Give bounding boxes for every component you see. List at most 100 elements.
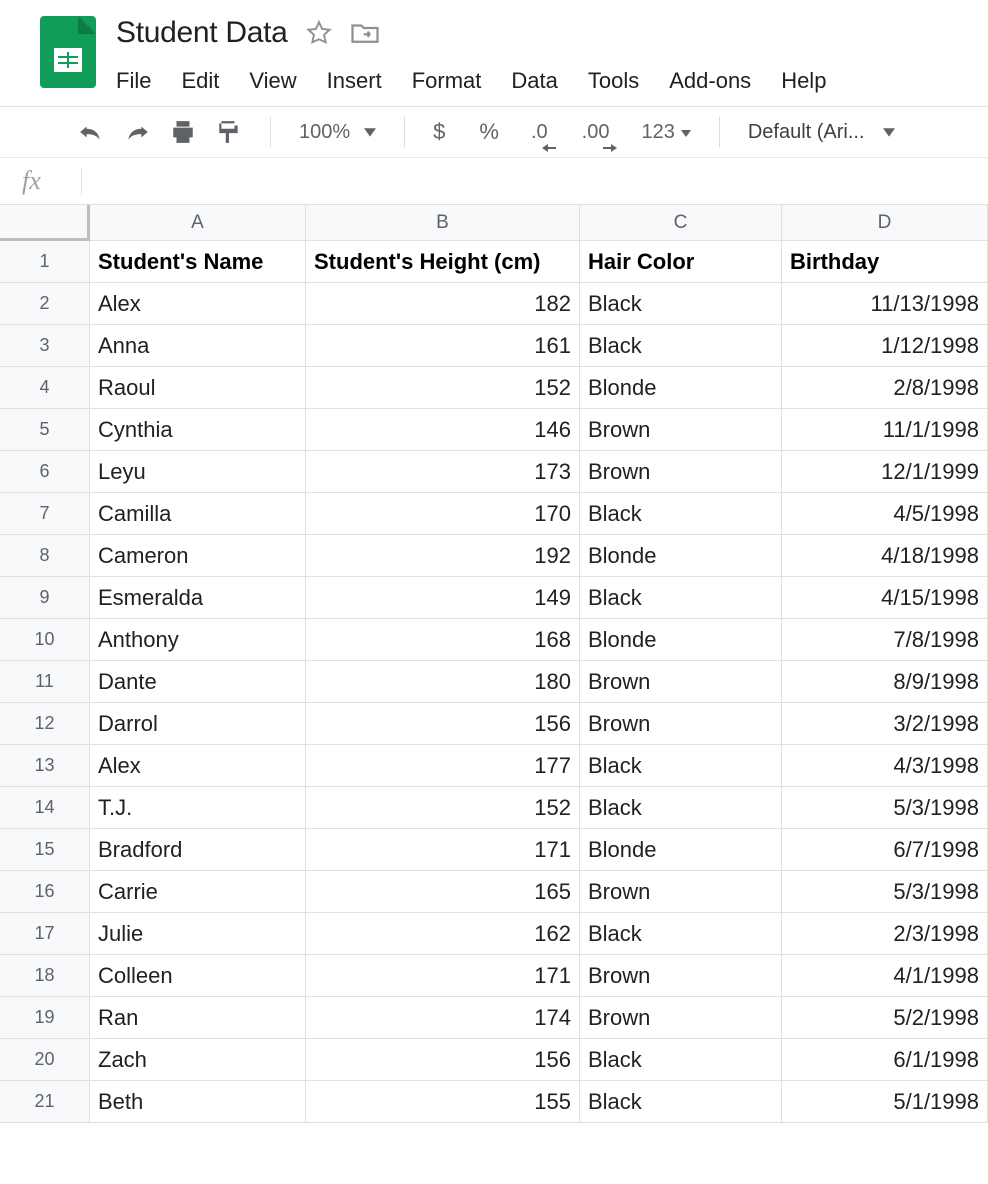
cell-name[interactable]: Alex (90, 745, 306, 787)
undo-icon[interactable] (72, 119, 110, 145)
cell-hair[interactable]: Brown (580, 703, 782, 745)
font-select[interactable]: Default (Ari... (742, 119, 901, 146)
cell-height[interactable]: 168 (306, 619, 580, 661)
row-header[interactable]: 13 (0, 745, 90, 787)
cell-hair[interactable]: Brown (580, 871, 782, 913)
cell-name[interactable]: T.J. (90, 787, 306, 829)
row-header[interactable]: 9 (0, 577, 90, 619)
cell-birthday[interactable]: 5/3/1998 (782, 871, 988, 913)
cell-height[interactable]: 165 (306, 871, 580, 913)
cell-hair[interactable]: Black (580, 325, 782, 367)
menu-view[interactable]: View (249, 68, 296, 94)
menu-addons[interactable]: Add-ons (669, 68, 751, 94)
cell-birthday[interactable]: 2/8/1998 (782, 367, 988, 409)
move-folder-icon[interactable] (350, 20, 380, 46)
cell-name[interactable]: Carrie (90, 871, 306, 913)
cell-birthday[interactable]: 5/1/1998 (782, 1081, 988, 1123)
cell-height[interactable]: 155 (306, 1081, 580, 1123)
cell-height[interactable]: 174 (306, 997, 580, 1039)
formula-input[interactable] (81, 167, 966, 195)
cell-birthday[interactable]: 4/5/1998 (782, 493, 988, 535)
cell-hair[interactable]: Brown (580, 997, 782, 1039)
decrease-decimal-button[interactable]: .0 (525, 119, 554, 146)
cell-height[interactable]: 173 (306, 451, 580, 493)
spreadsheet-grid[interactable]: A B C D 1 Student's Name Student's Heigh… (0, 205, 988, 1123)
menu-edit[interactable]: Edit (181, 68, 219, 94)
cell-name[interactable]: Bradford (90, 829, 306, 871)
cell-birthday[interactable]: 4/1/1998 (782, 955, 988, 997)
cell-birthday[interactable]: 5/3/1998 (782, 787, 988, 829)
cell-birthday[interactable]: 2/3/1998 (782, 913, 988, 955)
header-cell-height[interactable]: Student's Height (cm) (306, 241, 580, 283)
row-header[interactable]: 16 (0, 871, 90, 913)
cell-height[interactable]: 149 (306, 577, 580, 619)
row-header[interactable]: 21 (0, 1081, 90, 1123)
cell-height[interactable]: 182 (306, 283, 580, 325)
cell-name[interactable]: Colleen (90, 955, 306, 997)
cell-name[interactable]: Julie (90, 913, 306, 955)
increase-decimal-button[interactable]: .00 (576, 119, 616, 146)
menu-file[interactable]: File (116, 68, 151, 94)
header-cell-name[interactable]: Student's Name (90, 241, 306, 283)
row-header[interactable]: 6 (0, 451, 90, 493)
cell-birthday[interactable]: 11/13/1998 (782, 283, 988, 325)
menu-insert[interactable]: Insert (327, 68, 382, 94)
menu-tools[interactable]: Tools (588, 68, 639, 94)
cell-height[interactable]: 170 (306, 493, 580, 535)
row-header[interactable]: 3 (0, 325, 90, 367)
column-header-b[interactable]: B (306, 205, 580, 241)
cell-name[interactable]: Ran (90, 997, 306, 1039)
column-header-d[interactable]: D (782, 205, 988, 241)
cell-height[interactable]: 171 (306, 955, 580, 997)
sheets-logo-icon[interactable] (40, 16, 96, 88)
document-title[interactable]: Student Data (116, 16, 288, 50)
row-header[interactable]: 4 (0, 367, 90, 409)
row-header[interactable]: 2 (0, 283, 90, 325)
cell-hair[interactable]: Blonde (580, 619, 782, 661)
cell-hair[interactable]: Black (580, 913, 782, 955)
cell-height[interactable]: 146 (306, 409, 580, 451)
cell-birthday[interactable]: 1/12/1998 (782, 325, 988, 367)
cell-height[interactable]: 156 (306, 703, 580, 745)
header-cell-hair[interactable]: Hair Color (580, 241, 782, 283)
cell-height[interactable]: 156 (306, 1039, 580, 1081)
cell-hair[interactable]: Blonde (580, 535, 782, 577)
cell-height[interactable]: 152 (306, 367, 580, 409)
column-header-c[interactable]: C (580, 205, 782, 241)
cell-birthday[interactable]: 6/7/1998 (782, 829, 988, 871)
menu-format[interactable]: Format (412, 68, 482, 94)
row-header[interactable]: 15 (0, 829, 90, 871)
cell-name[interactable]: Raoul (90, 367, 306, 409)
cell-height[interactable]: 180 (306, 661, 580, 703)
cell-birthday[interactable]: 4/3/1998 (782, 745, 988, 787)
cell-hair[interactable]: Black (580, 745, 782, 787)
cell-birthday[interactable]: 12/1/1999 (782, 451, 988, 493)
cell-height[interactable]: 152 (306, 787, 580, 829)
number-format-select[interactable]: 123 (635, 119, 696, 146)
redo-icon[interactable] (118, 119, 156, 145)
cell-name[interactable]: Cameron (90, 535, 306, 577)
cell-hair[interactable]: Black (580, 1081, 782, 1123)
row-header[interactable]: 10 (0, 619, 90, 661)
header-cell-birthday[interactable]: Birthday (782, 241, 988, 283)
cell-height[interactable]: 161 (306, 325, 580, 367)
row-header[interactable]: 17 (0, 913, 90, 955)
menu-help[interactable]: Help (781, 68, 826, 94)
cell-name[interactable]: Camilla (90, 493, 306, 535)
cell-hair[interactable]: Brown (580, 451, 782, 493)
cell-hair[interactable]: Black (580, 577, 782, 619)
paint-format-icon[interactable] (210, 117, 248, 147)
menu-data[interactable]: Data (511, 68, 557, 94)
cell-name[interactable]: Cynthia (90, 409, 306, 451)
row-header[interactable]: 12 (0, 703, 90, 745)
cell-name[interactable]: Beth (90, 1081, 306, 1123)
row-header[interactable]: 19 (0, 997, 90, 1039)
cell-height[interactable]: 171 (306, 829, 580, 871)
row-header[interactable]: 20 (0, 1039, 90, 1081)
cell-hair[interactable]: Black (580, 1039, 782, 1081)
cell-hair[interactable]: Black (580, 493, 782, 535)
format-percent-button[interactable]: % (473, 117, 505, 147)
cell-name[interactable]: Anthony (90, 619, 306, 661)
select-all-corner[interactable] (0, 205, 90, 241)
row-header[interactable]: 18 (0, 955, 90, 997)
